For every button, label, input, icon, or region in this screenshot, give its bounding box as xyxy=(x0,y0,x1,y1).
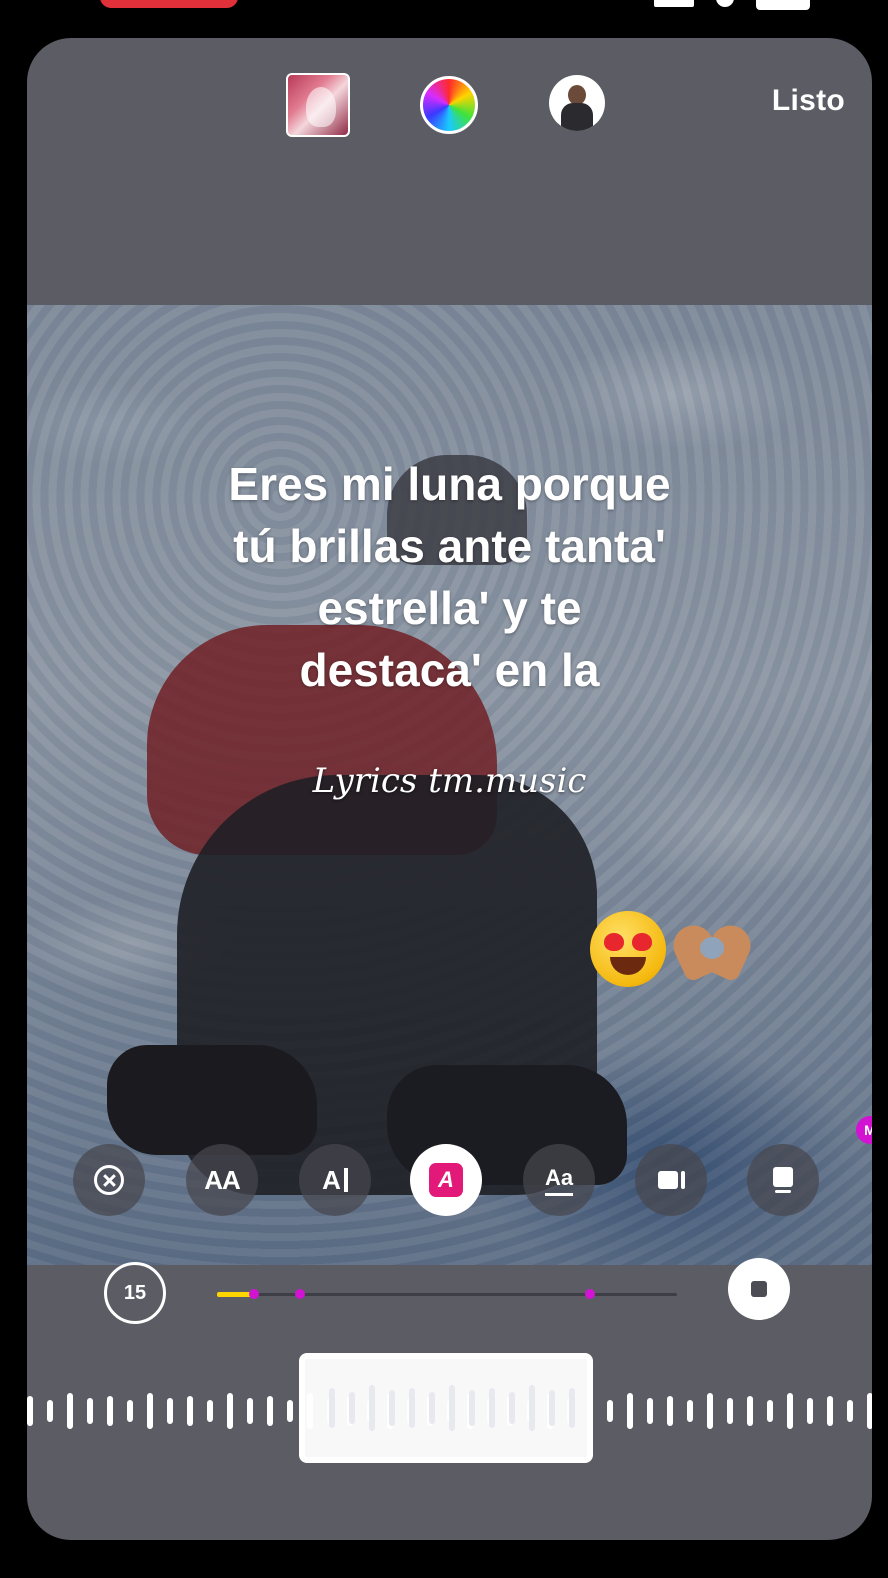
status-icons xyxy=(654,0,810,10)
waveform-bar xyxy=(87,1398,93,1424)
waveform-bar xyxy=(167,1398,173,1424)
highlight-label: A xyxy=(429,1163,463,1197)
story-photo: Eres mi luna porque tú brillas ante tant… xyxy=(27,305,872,1265)
card-icon xyxy=(773,1167,793,1193)
waveform-bar xyxy=(147,1393,153,1429)
waveform-bar xyxy=(127,1400,133,1422)
waveform-bar xyxy=(469,1390,475,1426)
text-style-label: Aa xyxy=(544,1164,574,1190)
waveform-bar xyxy=(767,1400,773,1422)
done-button[interactable]: Listo xyxy=(772,84,845,118)
lyrics-line: destaca' en la xyxy=(299,644,600,696)
waveform-bar xyxy=(867,1393,872,1429)
waveform-bar xyxy=(187,1396,193,1426)
text-cursor-label: A xyxy=(322,1164,341,1195)
stop-icon xyxy=(751,1281,767,1297)
waveform-bar xyxy=(707,1393,713,1429)
waveform-bar xyxy=(27,1396,33,1426)
credit-text[interactable]: Lyrics tm.music xyxy=(27,761,872,801)
music-sticker-editor: Listo Eres mi luna porque tú brillas ant… xyxy=(27,38,872,1540)
album-cover-thumbnail[interactable] xyxy=(286,73,350,137)
lyric-marker[interactable] xyxy=(248,1289,259,1299)
waveform-bar xyxy=(607,1400,613,1422)
text-size-button[interactable]: AA xyxy=(186,1144,258,1216)
waveform-bar xyxy=(807,1398,813,1424)
waveform-bar xyxy=(489,1388,495,1428)
lyrics-line: Eres mi luna porque xyxy=(228,458,671,510)
profile-avatar[interactable] xyxy=(549,75,605,131)
top-toolbar: Listo xyxy=(27,38,872,178)
lyric-marker[interactable] xyxy=(584,1289,595,1299)
text-cursor-button[interactable]: A xyxy=(299,1144,371,1216)
waveform-bar xyxy=(667,1396,673,1426)
waveform-bar xyxy=(727,1398,733,1424)
lyrics-line: tú brillas ante tanta' xyxy=(233,520,666,572)
waveform-bar xyxy=(369,1385,375,1431)
waveform-bar xyxy=(549,1390,555,1426)
waveform-bar xyxy=(409,1388,415,1428)
progress-track[interactable] xyxy=(217,1289,677,1299)
waveform-bar xyxy=(529,1385,535,1431)
lyrics-line: estrella' y te xyxy=(317,582,582,634)
lyrics-style-row: AA A A Aa M xyxy=(27,1116,872,1220)
waveform-bar xyxy=(827,1396,833,1426)
highlight-style-button[interactable]: A xyxy=(410,1144,482,1216)
battery-icon xyxy=(756,0,810,10)
waveform-bar xyxy=(449,1385,455,1431)
waveform-bar xyxy=(647,1398,653,1424)
text-style-button[interactable]: Aa xyxy=(523,1144,595,1216)
waveform-bar xyxy=(207,1400,213,1422)
waveform-bar xyxy=(747,1396,753,1426)
waveform-bar xyxy=(227,1393,233,1429)
waveform-bar xyxy=(509,1392,515,1424)
clip-selector[interactable] xyxy=(299,1353,593,1463)
close-circle-icon xyxy=(94,1165,124,1195)
waveform-bar xyxy=(329,1388,335,1428)
waveform-bar xyxy=(847,1400,853,1422)
waveform-bar xyxy=(687,1400,693,1422)
heart-eyes-emoji-icon[interactable] xyxy=(590,911,666,987)
signal-icon xyxy=(654,0,694,7)
heart-hands-emoji-icon[interactable] xyxy=(666,918,758,984)
wifi-icon xyxy=(716,0,734,7)
waveform-bar xyxy=(349,1392,355,1424)
duration-button[interactable]: 15 xyxy=(104,1262,166,1324)
stop-button[interactable] xyxy=(728,1258,790,1320)
waveform-bar xyxy=(787,1393,793,1429)
waveform-bar xyxy=(389,1390,395,1426)
video-camera-icon xyxy=(657,1171,685,1189)
card-mode-button[interactable] xyxy=(747,1144,819,1216)
waveform-bar xyxy=(569,1388,575,1428)
text-size-label: AA xyxy=(204,1164,241,1195)
waveform-bar xyxy=(287,1400,293,1422)
waveform-bar xyxy=(107,1396,113,1426)
color-wheel-icon[interactable] xyxy=(420,76,478,134)
video-mode-button[interactable] xyxy=(635,1144,707,1216)
close-style-button[interactable] xyxy=(73,1144,145,1216)
waveform-bar xyxy=(247,1398,253,1424)
waveform-bar xyxy=(267,1396,273,1426)
waveform-bar xyxy=(47,1400,53,1422)
waveform-bar xyxy=(627,1393,633,1429)
recording-indicator xyxy=(100,0,238,8)
lyric-marker[interactable] xyxy=(294,1289,305,1299)
waveform-bar xyxy=(67,1393,73,1429)
waveform-bar xyxy=(429,1392,435,1424)
lyrics-text[interactable]: Eres mi luna porque tú brillas ante tant… xyxy=(27,453,872,701)
